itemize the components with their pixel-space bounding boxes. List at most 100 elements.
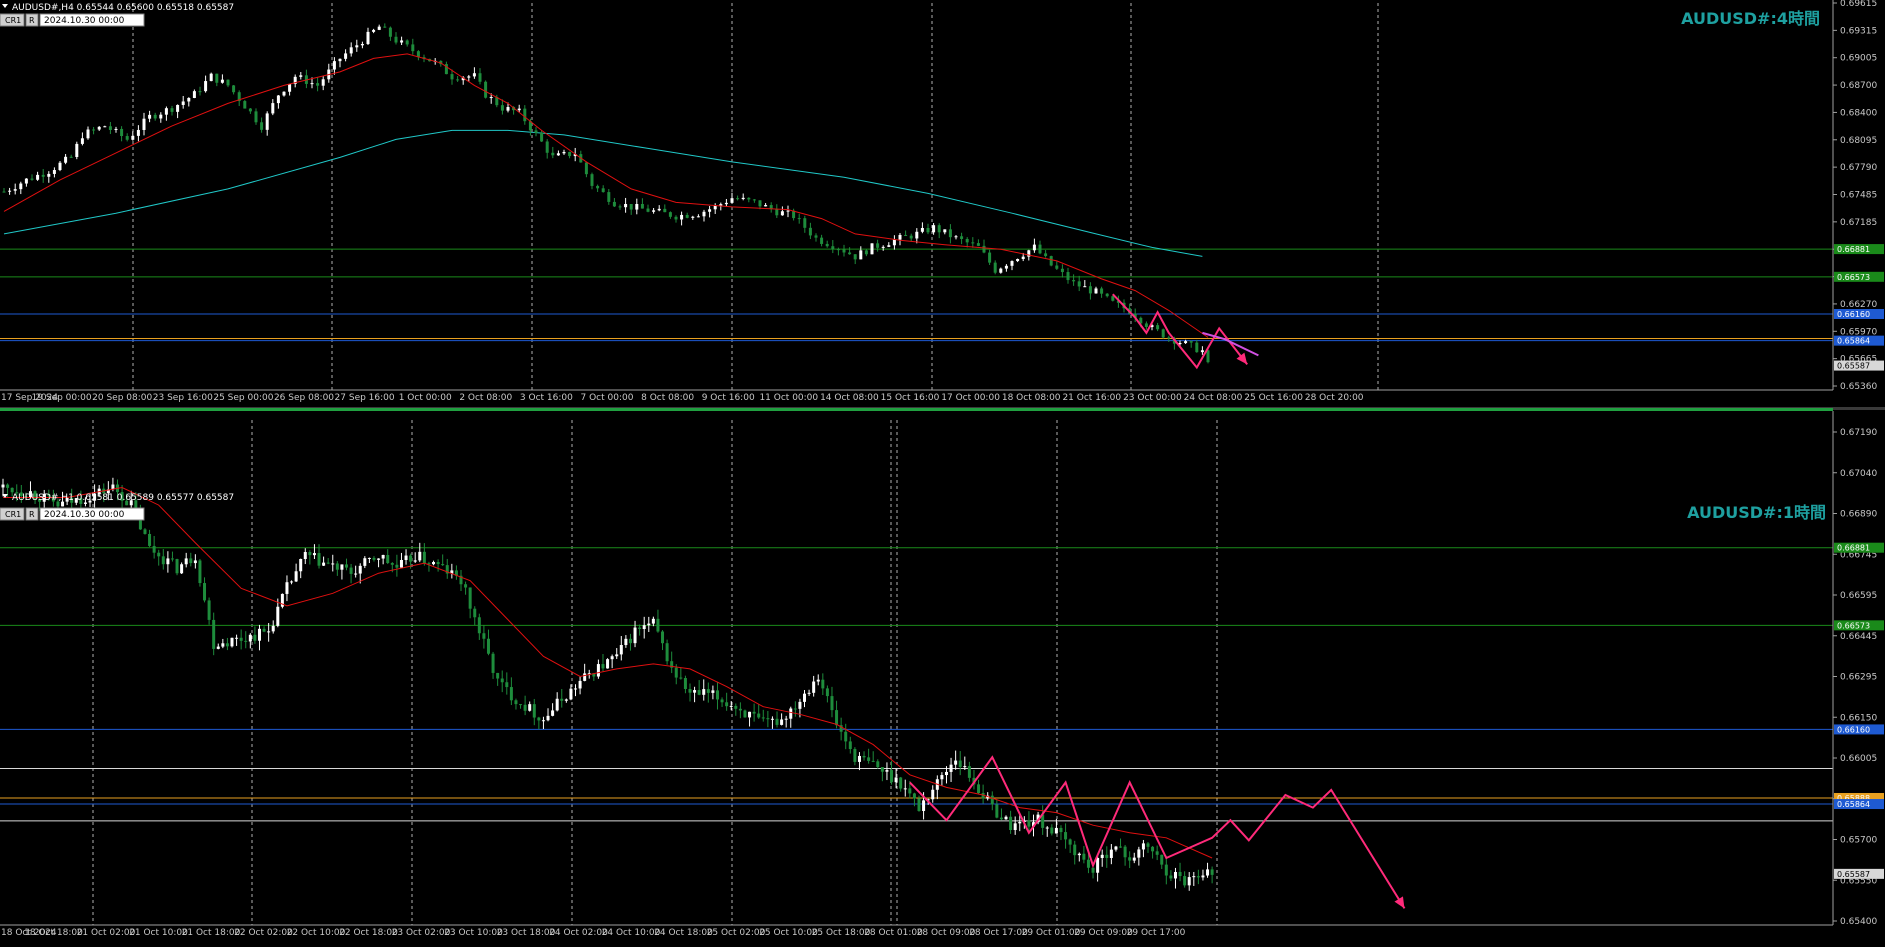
candle-body: [506, 107, 510, 111]
candle-body: [1141, 843, 1145, 850]
candle-body: [505, 682, 509, 688]
candle-body: [988, 252, 992, 263]
y-tick-label: 0.67040: [1840, 469, 1877, 479]
candle-body: [335, 563, 339, 570]
candle-body: [159, 114, 163, 119]
x-tick-label: 21 Oct 02:00: [77, 928, 136, 938]
candle-body: [766, 718, 770, 720]
candle-body: [386, 554, 390, 564]
x-tick-label: 23 Oct 00:00: [1123, 393, 1182, 403]
candle-body: [564, 699, 568, 701]
candle-body: [239, 637, 243, 641]
candle-body: [184, 558, 188, 565]
candle-body: [189, 558, 193, 564]
candle-body: [267, 631, 271, 633]
candle-body: [1206, 350, 1210, 363]
candle-body: [601, 188, 605, 193]
top-date-box[interactable]: 2024.10.30 00:00: [39, 13, 145, 27]
candle-body: [1210, 869, 1214, 875]
candle-body: [990, 795, 994, 805]
candle-body: [345, 564, 348, 568]
x-tick-label: 27 Sep 16:00: [335, 393, 395, 403]
top-r-button[interactable]: R: [25, 13, 39, 27]
candle-body: [661, 631, 665, 644]
candle-body: [1013, 823, 1017, 831]
candle-body: [859, 250, 863, 260]
x-tick-label: 21 Oct 10:00: [129, 928, 188, 938]
candle-body: [926, 227, 930, 233]
candle-body: [363, 558, 367, 566]
candle-body: [153, 114, 157, 119]
top-y-axis: 0.69615 0.69315 0.69005 0.68700 0.68400 0.680…: [1833, 0, 1877, 392]
candle-body: [377, 26, 381, 30]
candle-body: [853, 749, 857, 762]
candle-body: [103, 126, 107, 128]
y-tick-label: 0.66890: [1840, 510, 1877, 520]
candle-body: [864, 250, 868, 255]
candle-body: [1183, 876, 1187, 886]
candle-body: [220, 79, 224, 83]
candle-body: [395, 564, 399, 568]
top-symbol-info: AUDUSD#,H4 0.65544 0.65600 0.65518 0.655…: [12, 3, 234, 13]
candle-body: [377, 558, 381, 560]
candle-body: [651, 618, 655, 624]
candle-body: [679, 677, 683, 679]
candle-body: [715, 690, 719, 700]
y-tick-label: 0.65700: [1840, 836, 1877, 846]
candle-body: [1201, 875, 1205, 878]
candle-body: [937, 225, 941, 233]
x-tick-label: 24 Oct 02:00: [549, 928, 608, 938]
candle-body: [120, 128, 124, 137]
candle-body: [606, 659, 610, 669]
price-badge-text: 0.65587: [1837, 362, 1870, 371]
candle-body: [797, 218, 801, 220]
candle-body: [876, 761, 880, 768]
x-tick-label: 21 Oct 18:00: [182, 928, 241, 938]
candle-body: [674, 216, 678, 220]
candle-body: [187, 97, 191, 102]
candle-body: [528, 704, 532, 711]
candle-body: [706, 689, 710, 693]
bottom-r-button[interactable]: R: [25, 507, 39, 521]
candle-body: [491, 653, 495, 673]
candle-body: [523, 108, 527, 122]
candle-body: [848, 741, 852, 750]
bottom-date-box[interactable]: 2024.10.30 00:00: [39, 507, 145, 521]
candle-body: [1077, 853, 1081, 856]
candle-body: [761, 717, 765, 719]
top-cr1-button[interactable]: CR1: [0, 13, 25, 27]
bottom-cr1-button[interactable]: CR1: [0, 507, 25, 521]
price-badge: 0.66881: [1834, 542, 1884, 553]
candle-body: [299, 75, 303, 77]
price-badge-text: 0.65864: [1837, 337, 1870, 346]
candle-body: [312, 553, 316, 556]
candle-body: [1156, 325, 1160, 330]
x-tick-label: 22 Oct 10:00: [287, 928, 346, 938]
candle-body: [982, 245, 986, 253]
top-date-text: 2024.10.30 00:00: [44, 16, 125, 26]
candle-body: [1187, 877, 1191, 886]
candle-body: [977, 784, 981, 794]
x-tick-label: 20 Sep 08:00: [92, 393, 152, 403]
price-badge: 0.66573: [1834, 271, 1884, 282]
candle-body: [1009, 816, 1013, 831]
candle-body: [683, 678, 687, 689]
candle-body: [1123, 846, 1127, 858]
candle-body: [1100, 288, 1104, 294]
candle-body: [908, 788, 912, 794]
candle-body: [1146, 843, 1150, 847]
candle-body: [590, 174, 594, 186]
candle-body: [207, 600, 211, 620]
candle-body: [1068, 839, 1072, 845]
candle-body: [248, 108, 252, 112]
candle-body: [958, 760, 962, 767]
candle-body: [943, 229, 947, 233]
x-tick-label: 19 Sep 00:00: [32, 393, 92, 403]
candle-body: [285, 582, 289, 594]
bottom-date-text: 2024.10.30 00:00: [44, 510, 125, 520]
candle-body: [803, 693, 806, 702]
candle-body: [108, 126, 112, 130]
x-tick-label: 23 Oct 02:00: [392, 928, 451, 938]
candle-body: [808, 227, 812, 236]
candle-body: [276, 606, 280, 626]
